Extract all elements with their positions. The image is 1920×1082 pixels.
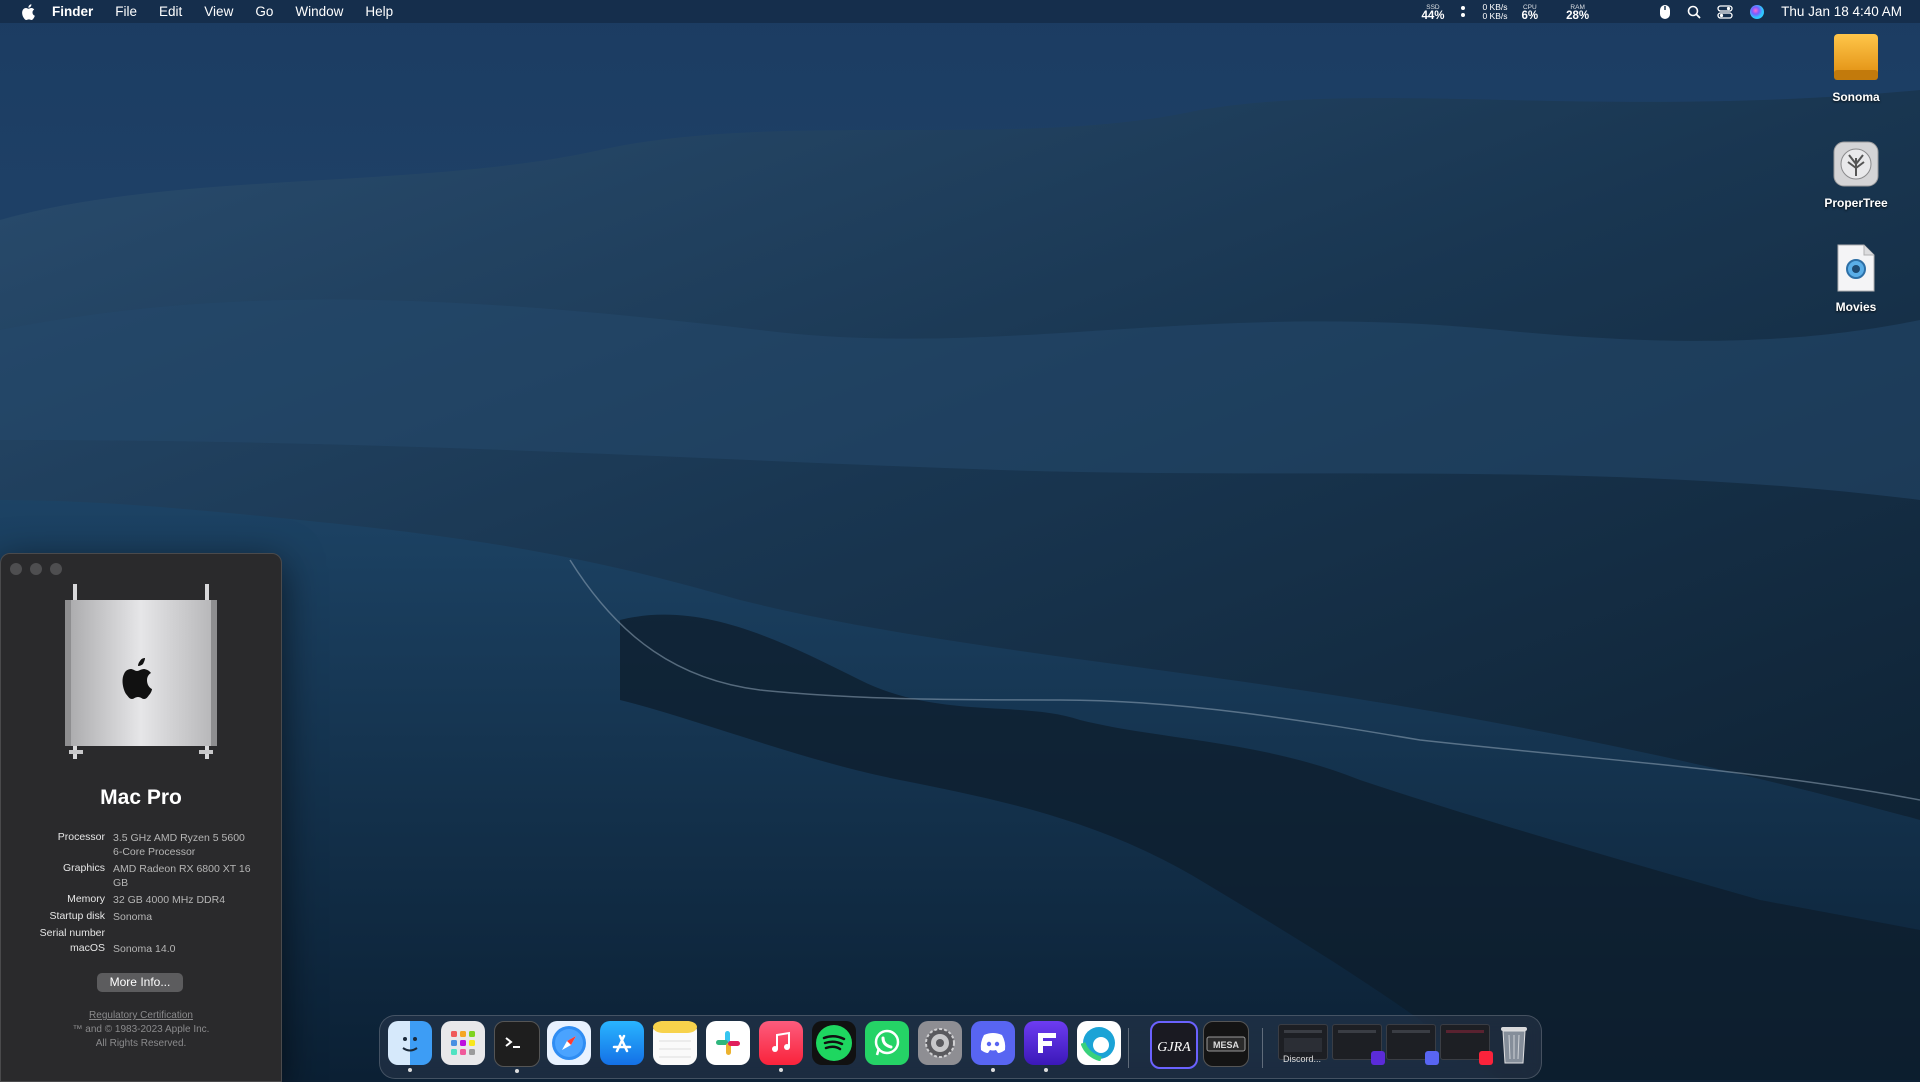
mac-pro-image	[61, 584, 221, 759]
more-dots-icon[interactable]	[1460, 5, 1466, 19]
dock-app-store-icon[interactable]	[600, 1021, 644, 1065]
dock: GJRA MESA Discord...	[379, 1015, 1542, 1079]
spec-row-memory: Memory 32 GB 4000 MHz DDR4	[1, 893, 281, 907]
ssd-value: 44%	[1421, 9, 1445, 22]
ssd-label: SSD	[1426, 3, 1440, 11]
dock-notes-icon[interactable]	[653, 1021, 697, 1065]
spec-value: 32 GB 4000 MHz DDR4	[113, 894, 226, 906]
dock-mesa-icon[interactable]: MESA	[1203, 1021, 1249, 1067]
dock-fig-icon[interactable]	[1024, 1021, 1068, 1072]
music-badge-icon	[1479, 1051, 1493, 1065]
spec-value: 3.5 GHz AMD Ryzen 5 5600 6-Core Processo…	[113, 832, 245, 858]
spec-value: Sonoma 14.0	[113, 943, 176, 955]
ram-stat[interactable]: RAM 28%	[1566, 3, 1590, 22]
copyright-line: ™ and © 1983-2023 Apple Inc.	[72, 1024, 210, 1035]
spec-key: macOS	[69, 942, 105, 954]
window-controls	[10, 563, 62, 575]
dock-separator	[1128, 1028, 1129, 1068]
menu-window[interactable]: Window	[295, 4, 343, 19]
menu-go[interactable]: Go	[255, 4, 273, 19]
spec-key: Serial number	[39, 927, 105, 939]
discord-badge-icon	[1425, 1051, 1439, 1065]
network-down: 0 KB/s	[1482, 10, 1508, 21]
fig-badge-icon	[1371, 1051, 1385, 1065]
dock-launchpad-icon[interactable]	[441, 1021, 485, 1065]
dock-gojira-icon[interactable]: GJRA	[1150, 1021, 1198, 1069]
spec-value: Sonoma	[113, 911, 153, 923]
more-info-button[interactable]: More Info...	[97, 973, 183, 992]
dock-safari-icon[interactable]	[547, 1021, 591, 1065]
spec-row-startup-disk: Startup disk Sonoma	[1, 910, 281, 924]
dock-minimized-window[interactable]	[1386, 1024, 1439, 1065]
menu-edit[interactable]: Edit	[159, 4, 182, 19]
dock-slack-icon[interactable]	[706, 1021, 750, 1065]
control-center-icon[interactable]	[1717, 4, 1733, 19]
propertree-icon	[1830, 138, 1882, 190]
desktop-icon-label: Movies	[1835, 300, 1877, 314]
svg-text:MESA: MESA	[1213, 1040, 1240, 1050]
desktop-wallpaper	[0, 0, 1920, 1080]
dock-terminal-icon[interactable]	[494, 1021, 540, 1073]
dock-finder-icon[interactable]	[388, 1021, 432, 1072]
dock-edge-icon[interactable]	[1077, 1021, 1121, 1065]
zoom-button[interactable]	[50, 563, 62, 575]
menu-help[interactable]: Help	[365, 4, 393, 19]
dock-minimized-label: Discord...	[1282, 1054, 1321, 1064]
rights-line: All Rights Reserved.	[95, 1038, 187, 1049]
dock-minimized-window[interactable]	[1440, 1024, 1493, 1065]
spec-row-processor: Processor 3.5 GHz AMD Ryzen 5 5600 6-Cor…	[1, 831, 281, 859]
movie-file-icon	[1830, 242, 1882, 294]
spec-key: Startup disk	[49, 910, 105, 922]
spec-list: Processor 3.5 GHz AMD Ryzen 5 5600 6-Cor…	[1, 831, 281, 959]
about-this-mac-window: Mac Pro Processor 3.5 GHz AMD Ryzen 5 56…	[0, 553, 282, 1082]
cpu-label: CPU	[1522, 3, 1537, 11]
drive-icon	[1830, 32, 1882, 84]
about-footer: Regulatory Certification ™ and © 1983-20…	[1, 1009, 281, 1051]
dock-trash-icon[interactable]	[1492, 1021, 1536, 1065]
siri-icon[interactable]	[1749, 4, 1765, 20]
spec-key: Graphics	[62, 862, 105, 874]
spec-row-graphics: Graphics AMD Radeon RX 6800 XT 16 GB	[1, 862, 281, 890]
spec-key: Processor	[57, 831, 105, 843]
minimize-button[interactable]	[30, 563, 42, 575]
desktop-icon-sonoma[interactable]: Sonoma	[1806, 32, 1906, 104]
spec-value: AMD Radeon RX 6800 XT 16 GB	[113, 863, 251, 889]
ram-value: 28%	[1566, 9, 1590, 22]
desktop-icon-label: Sonoma	[1832, 90, 1880, 104]
cpu-value: 6%	[1521, 9, 1539, 22]
dock-whatsapp-icon[interactable]	[865, 1021, 909, 1065]
dock-minimized-window[interactable]	[1332, 1024, 1385, 1065]
menu-file[interactable]: File	[115, 4, 137, 19]
spec-row-macos: macOS Sonoma 14.0	[1, 942, 281, 956]
ssd-stat[interactable]: SSD 44%	[1421, 3, 1445, 22]
menu-app-name[interactable]: Finder	[52, 4, 93, 19]
apple-menu-icon[interactable]	[18, 0, 38, 23]
regulatory-link[interactable]: Regulatory Certification	[1, 1009, 281, 1023]
mouse-battery-icon[interactable]	[1659, 4, 1671, 20]
ram-label: RAM	[1570, 3, 1585, 11]
dock-discord-icon[interactable]	[971, 1021, 1015, 1072]
desktop-icon-movies[interactable]: Movies	[1806, 242, 1906, 314]
menu-view[interactable]: View	[204, 4, 233, 19]
spec-row-serial-number: Serial number	[1, 927, 281, 939]
model-name: Mac Pro	[100, 786, 182, 809]
svg-text:GJRA: GJRA	[1157, 1040, 1191, 1055]
desktop-icon-propertree[interactable]: ProperTree	[1806, 138, 1906, 210]
spec-value	[113, 927, 253, 939]
search-icon[interactable]	[1687, 5, 1701, 19]
close-button[interactable]	[10, 563, 22, 575]
menubar-clock[interactable]: Thu Jan 18 4:40 AM	[1781, 4, 1902, 19]
desktop-icon-label: ProperTree	[1824, 196, 1888, 210]
dock-music-icon[interactable]	[759, 1021, 803, 1072]
dock-system-settings-icon[interactable]	[918, 1021, 962, 1065]
network-stat[interactable]: 0 KB/s 0 KB/s	[1482, 2, 1508, 21]
cpu-stat[interactable]: CPU 6%	[1521, 3, 1539, 22]
dock-spotify-icon[interactable]	[812, 1021, 856, 1065]
menu-bar: Finder File Edit View Go Window Help SSD…	[0, 0, 1920, 23]
dock-separator	[1262, 1028, 1263, 1068]
spec-key: Memory	[67, 893, 105, 905]
